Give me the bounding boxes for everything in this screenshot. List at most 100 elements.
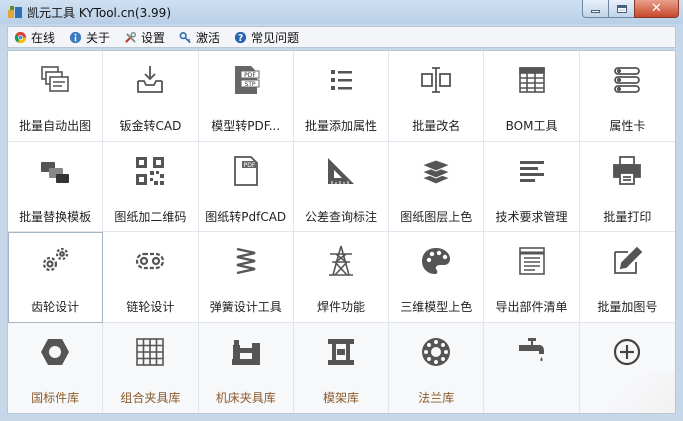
menu-item-activate[interactable]: 激活 (179, 29, 220, 46)
tile-label: 齿轮设计 (31, 300, 80, 314)
tile-mold-base-library[interactable]: 模架库 (293, 322, 390, 413)
flange-icon (422, 337, 451, 366)
bullet-list-icon (330, 70, 352, 90)
fixture-grid-icon (136, 337, 165, 366)
tile-flange-library[interactable]: 法兰库 (389, 322, 485, 413)
tile-drawing-add-qr[interactable]: 图纸加二维码 (103, 141, 199, 232)
menu-label: 在线 (31, 30, 56, 45)
tile-bom-tool[interactable]: BOM工具 (484, 51, 580, 142)
info-icon (69, 31, 82, 43)
tile-add-new[interactable] (579, 322, 675, 413)
title-bar[interactable]: 凯元工具 KYTool.cn(3.99) ✕ (0, 0, 683, 24)
tile-drawing-layer-color[interactable]: 图纸图层上色 (389, 141, 485, 232)
close-icon: ✕ (651, 1, 662, 16)
tile-export-parts-list[interactable]: 导出部件清单 (484, 232, 580, 323)
palette-icon (422, 248, 451, 274)
spring-icon (236, 247, 255, 275)
tile-batch-print[interactable]: 批量打印 (579, 141, 675, 232)
qr-code-icon (136, 156, 165, 185)
edit-pencil-icon (614, 246, 643, 274)
tile-label: 图纸加二维码 (114, 209, 187, 224)
tile-label: 批量加图号 (597, 300, 658, 314)
mold-base-icon (327, 338, 354, 365)
tile-machine-fixture-library[interactable]: 机床夹具库 (198, 322, 294, 413)
tile-faucet[interactable] (484, 322, 580, 413)
window-corner-glare (584, 373, 675, 413)
menu-label: 设置 (141, 30, 166, 45)
tile-label: 法兰库 (418, 390, 455, 405)
tile-weldment[interactable]: 焊件功能 (293, 232, 390, 323)
tile-label: 批量打印 (603, 209, 652, 224)
tile-batch-add-drawing-no[interactable]: 批量加图号 (579, 232, 675, 323)
tile-label: BOM工具 (505, 119, 558, 133)
tile-spring-design[interactable]: 弹簧设计工具 (198, 232, 294, 323)
menu-label: 激活 (196, 30, 221, 45)
tile-label: 链轮设计 (126, 300, 175, 314)
menu-item-settings[interactable]: 设置 (124, 29, 165, 46)
svg-text:PDF: PDF (244, 72, 256, 79)
tile-model-to-pdf[interactable]: PDF STP 模型转PDF... (198, 51, 294, 142)
tile-label: 批量添加属性 (304, 119, 377, 133)
svg-text:STP: STP (244, 81, 255, 88)
window-title: 凯元工具 KYTool.cn(3.99) (27, 6, 171, 20)
tile-batch-auto-drawing[interactable]: 批量自动出图 (8, 51, 104, 142)
pdf-stp-icon: PDF STP (234, 66, 260, 94)
printer-icon (613, 155, 642, 185)
maximize-button[interactable] (608, 0, 635, 18)
add-circle-icon (614, 338, 641, 365)
stacked-drawings-icon (41, 66, 69, 92)
menu-item-faq[interactable]: ? 常见问题 (234, 29, 299, 46)
tile-tolerance-lookup[interactable]: 公差查询标注 (293, 141, 390, 232)
tile-tech-requirements[interactable]: 技术要求管理 (484, 141, 580, 232)
property-card-icon (614, 67, 641, 93)
tile-gear-design[interactable]: 齿轮设计 (8, 232, 104, 323)
menu-label: 常见问题 (251, 30, 300, 45)
rename-cursor-icon (421, 67, 452, 93)
menu-item-online[interactable]: 在线 (14, 29, 55, 46)
tile-label: 组合夹具库 (120, 390, 181, 405)
tile-batch-replace-template[interactable]: 批量替换模板 (8, 141, 104, 232)
svg-text:PDF: PDF (243, 161, 255, 168)
tile-sprocket-design[interactable]: 链轮设计 (103, 232, 199, 323)
tile-label: 技术要求管理 (495, 209, 568, 224)
menu-item-about[interactable]: 关于 (69, 29, 110, 46)
minimize-icon (591, 10, 600, 13)
sheetmetal-import-icon (137, 66, 164, 93)
tile-label: 批量替换模板 (19, 209, 92, 224)
tile-sheetmetal-to-cad[interactable]: 钣金转CAD (103, 51, 199, 142)
tile-label: 钣金转CAD (119, 119, 182, 133)
tile-label: 图纸图层上色 (400, 209, 473, 224)
chrome-icon (14, 31, 27, 43)
parts-list-icon (518, 247, 545, 275)
tile-label: 模架库 (322, 390, 359, 405)
tile-label: 国标件库 (31, 390, 80, 405)
tile-label: 弹簧设计工具 (209, 300, 282, 314)
key-icon (179, 31, 191, 43)
minimize-button[interactable] (582, 0, 609, 18)
machine-clamp-icon (231, 339, 260, 365)
tile-label: 属性卡 (609, 119, 646, 133)
tile-3d-model-color[interactable]: 三维模型上色 (389, 232, 485, 323)
tile-batch-rename[interactable]: 批量改名 (389, 51, 485, 142)
chain-icon (136, 252, 165, 270)
app-logo-icon (8, 6, 22, 18)
maximize-icon (616, 4, 627, 13)
tile-batch-add-attributes[interactable]: 批量添加属性 (293, 51, 390, 142)
app-window: 凯元工具 KYTool.cn(3.99) ✕ 在线 关于 设置 激活 ? 常见问… (0, 0, 683, 421)
replace-template-icon (41, 161, 70, 183)
tile-property-card[interactable]: 属性卡 (579, 51, 675, 142)
tile-drawing-to-pdfcad[interactable]: PDF 图纸转PdfCAD (198, 141, 294, 232)
tile-label: 三维模型上色 (400, 300, 473, 314)
tile-modular-fixture-library[interactable]: 组合夹具库 (103, 322, 199, 413)
faucet-icon (518, 337, 544, 361)
close-button[interactable]: ✕ (634, 0, 679, 18)
layers-icon (420, 158, 452, 185)
help-icon: ? (234, 31, 247, 43)
tile-gb-parts-library[interactable]: 国标件库 (8, 322, 104, 413)
hex-nut-icon (41, 338, 70, 365)
bom-table-icon (518, 67, 545, 93)
tool-grid: 批量自动出图 钣金转CAD PDF STP 模型转PDF... 批量添加属性 批… (7, 50, 676, 414)
text-lines-icon (519, 160, 544, 182)
tile-label: 批量改名 (412, 119, 461, 133)
set-square-icon (327, 157, 354, 184)
